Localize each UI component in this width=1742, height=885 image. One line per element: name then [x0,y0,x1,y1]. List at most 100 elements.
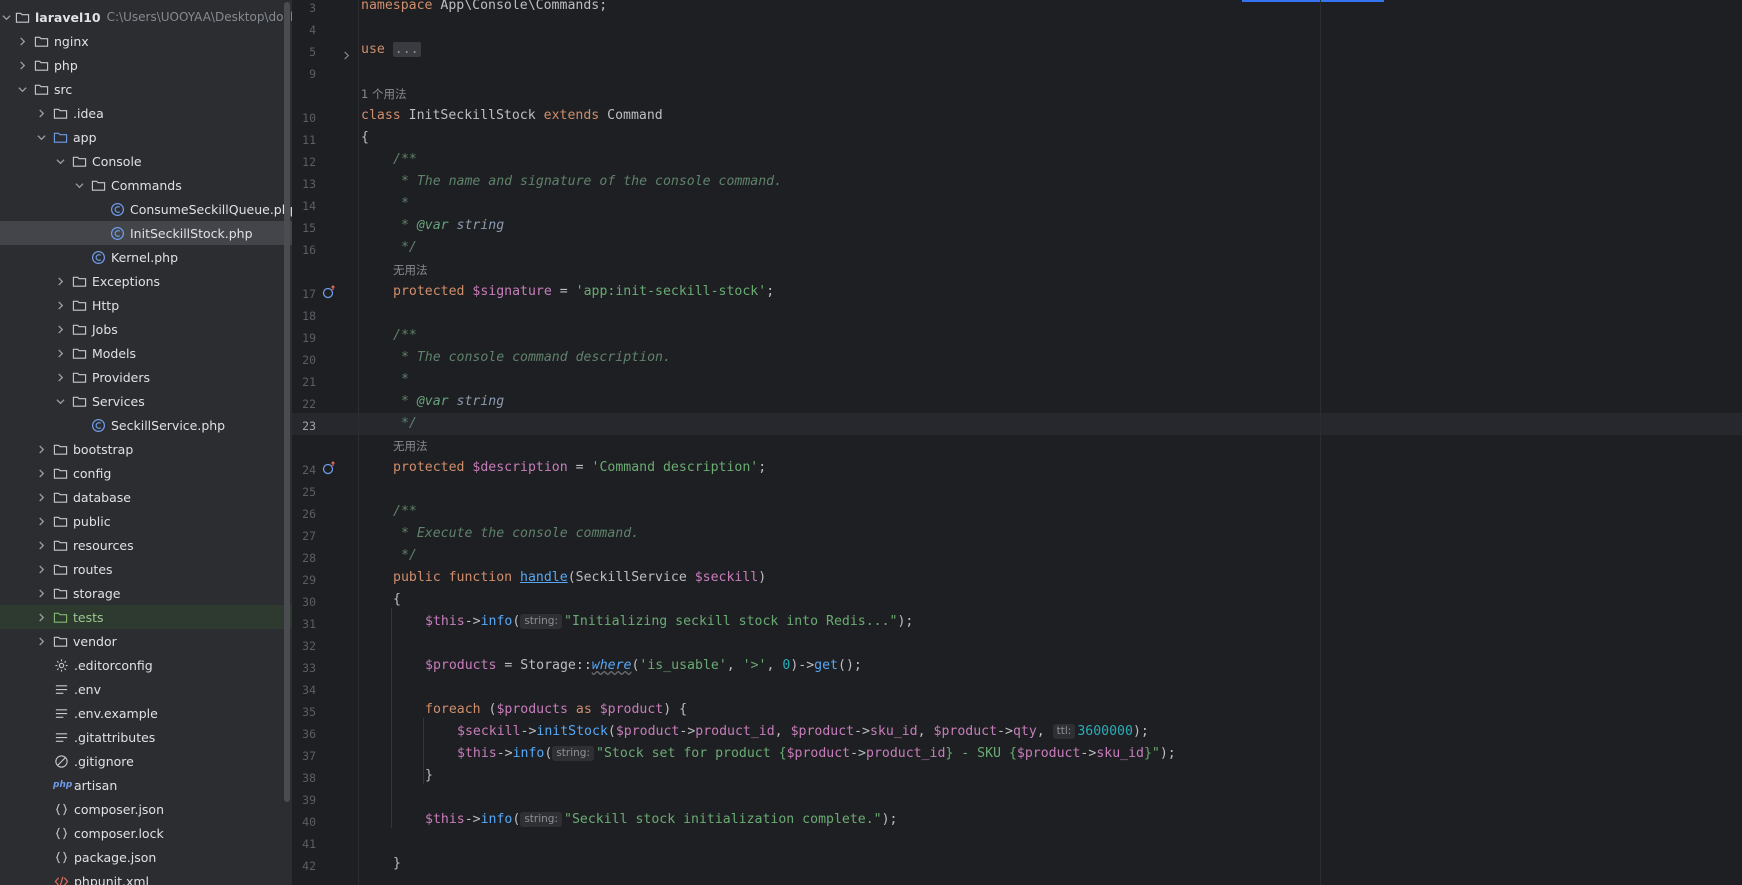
tree-item-label: Services [92,393,145,409]
token: { [778,746,787,761]
folder-icon [90,177,106,193]
tree-item-kernel[interactable]: Kernel.php [0,245,292,269]
chevron-right-icon [34,442,48,456]
token: * Execute the console command. [393,526,640,541]
line-number: 24 [302,463,316,477]
tree-item-package-json[interactable]: package.json [0,845,292,869]
line-number: 36 [302,727,316,741]
tree-item-gitattributes[interactable]: .gitattributes [0,725,292,749]
line-number: 16 [302,243,316,257]
token: ( [480,702,497,717]
param-hint: ttl: [1052,724,1076,739]
tree-item-artisan[interactable]: php artisan [0,773,292,797]
folder-icon [33,81,49,97]
tree-item-public[interactable]: public [0,509,292,533]
token: } [425,768,433,783]
token: string [448,394,505,409]
tree-item-app[interactable]: app [0,125,292,149]
code-line-21: * [393,372,409,387]
usage-hint[interactable]: 1 个用法 [361,86,406,102]
token: -> [1080,746,1097,761]
tree-root[interactable]: laravel10 C:\Users\UOOYAA\Desktop\docke [0,5,292,29]
text-file-icon [53,681,69,697]
line-number: 37 [302,749,316,763]
folder-icon [15,9,30,25]
tree-item-src[interactable]: src [0,77,292,101]
token: 3600000 [1077,724,1133,739]
code-line-13: * The name and signature of the console … [393,174,782,189]
tree-item-label: Jobs [92,321,118,337]
tree-item-nginx[interactable]: nginx [0,29,292,53]
tree-item-services[interactable]: Services [0,389,292,413]
token: qty [1012,724,1037,739]
code-line-23: */ [393,416,417,431]
tree-item-composer-lock[interactable]: composer.lock [0,821,292,845]
tree-item-env[interactable]: .env [0,677,292,701]
tree-item-editorconfig[interactable]: .editorconfig [0,653,292,677]
override-icon[interactable] [322,460,336,475]
token: */ [393,548,417,563]
tree-item-bootstrap[interactable]: bootstrap [0,437,292,461]
token: (); [838,658,862,673]
tree-item-storage[interactable]: storage [0,581,292,605]
code-line-20: * The console command description. [393,350,671,365]
token: * The name and signature of the console … [393,174,783,189]
usage-hint[interactable]: 无用法 [393,438,428,454]
tree-item-commands[interactable]: Commands [0,173,292,197]
code-line-31: $this->info(string: "Initializing seckill… [425,614,913,629]
chevron-right-icon [53,370,67,384]
tree-item-env-example[interactable]: .env.example [0,701,292,725]
line-number: 35 [302,705,316,719]
usage-hint[interactable]: 无用法 [393,262,428,278]
caret-line-highlight [292,413,1742,435]
tree-item-label: .env.example [74,705,158,721]
token: 'Command description' [591,460,759,475]
folded-imports[interactable]: ... [392,42,421,57]
php-class-icon [90,417,106,433]
tree-item-consume-seckill-queue[interactable]: ConsumeSeckillQueue.php [0,197,292,221]
token: ( [607,724,616,739]
token: $product [615,724,680,739]
code-line-5: use ... [361,42,421,57]
tree-item-routes[interactable]: routes [0,557,292,581]
tree-item-tests[interactable]: tests [0,605,292,629]
line-number: 13 [302,177,316,191]
tree-item-config[interactable]: config [0,461,292,485]
tree-item-composer-json[interactable]: composer.json [0,797,292,821]
right-margin-guide [1320,0,1321,885]
chevron-right-icon [34,610,48,624]
tree-item-jobs[interactable]: Jobs [0,317,292,341]
override-icon[interactable] [322,284,336,299]
tree-item-label: artisan [74,777,118,793]
tree-item-exceptions[interactable]: Exceptions [0,269,292,293]
tree-item-php[interactable]: php [0,53,292,77]
json-file-icon [53,825,69,841]
tree-item-vendor[interactable]: vendor [0,629,292,653]
token: * [393,218,417,233]
tree-item-gitignore[interactable]: .gitignore [0,749,292,773]
tree-item-models[interactable]: Models [0,341,292,365]
tree-item-providers[interactable]: Providers [0,365,292,389]
token: = [567,460,592,475]
token: { [393,592,401,607]
chevron-right-icon [53,322,67,336]
json-file-icon [53,801,69,817]
token: -> [464,812,481,827]
token: extends [543,108,600,123]
token: info [480,614,513,629]
tree-item-seckill-service[interactable]: SeckillService.php [0,413,292,437]
tree-item-resources[interactable]: resources [0,533,292,557]
expand-fold-icon[interactable] [342,45,352,60]
folder-icon [52,513,68,529]
folder-icon [71,321,87,337]
tree-item-idea[interactable]: .idea [0,101,292,125]
tree-item-init-seckill-stock[interactable]: InitSeckillStock.php [0,221,292,245]
code-editor[interactable]: 3 4 5 9 10 11 12 13 14 15 16 17 18 19 20… [292,0,1742,885]
token: '>' [742,658,767,673]
tree-scrollbar[interactable] [284,2,290,802]
tree-item-phpunit-xml[interactable]: phpunit.xml [0,869,292,885]
token: , [774,724,791,739]
tree-item-database[interactable]: database [0,485,292,509]
tree-item-http[interactable]: Http [0,293,292,317]
tree-item-console[interactable]: Console [0,149,292,173]
